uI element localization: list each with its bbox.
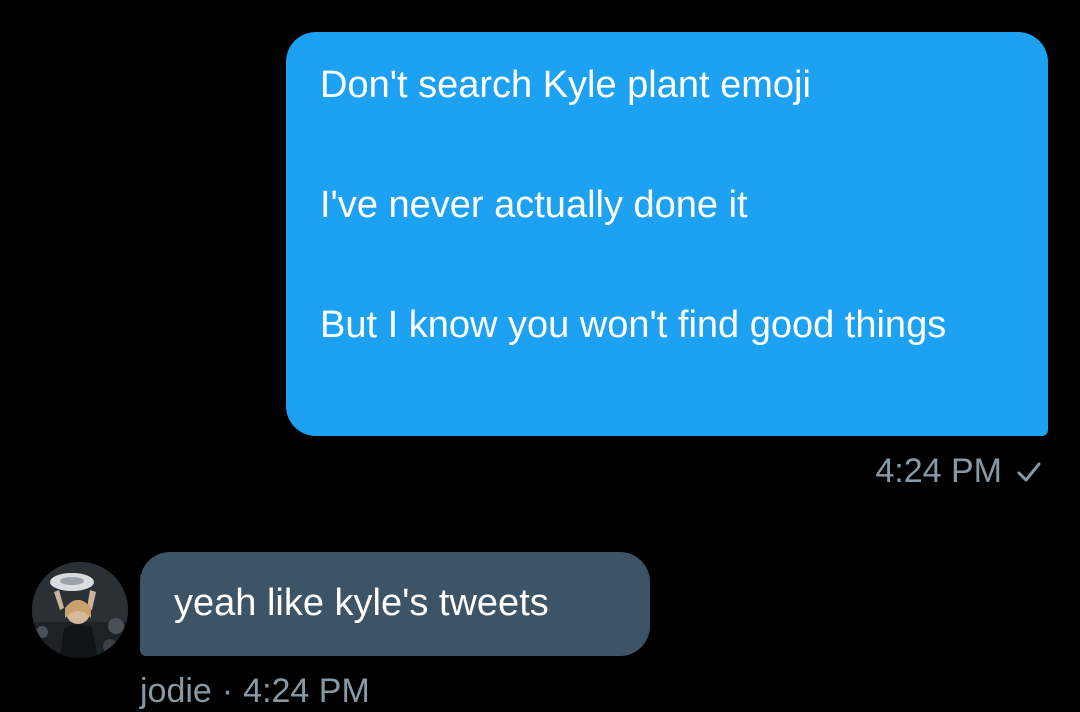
received-message-meta: jodie · 4:24 PM bbox=[140, 672, 370, 711]
sender-name: jodie bbox=[140, 672, 212, 710]
sent-message-time: 4:24 PM bbox=[875, 452, 1002, 490]
sent-message-bubble[interactable]: Don't search Kyle plant emoji I've never… bbox=[286, 32, 1048, 436]
avatar[interactable] bbox=[32, 562, 128, 658]
received-message-bubble[interactable]: yeah like kyle's tweets bbox=[140, 552, 650, 656]
avatar-photo-icon bbox=[32, 562, 128, 658]
sent-message-meta: 4:24 PM bbox=[875, 452, 1044, 491]
received-message-text: yeah like kyle's tweets bbox=[174, 582, 549, 624]
meta-separator: · bbox=[221, 672, 234, 710]
sent-message-line-2: I've never actually done it bbox=[320, 184, 748, 226]
received-message-time: 4:24 PM bbox=[243, 672, 370, 710]
sent-message-line-1: Don't search Kyle plant emoji bbox=[320, 64, 811, 106]
sent-message-line-3: But I know you won't find good things bbox=[320, 304, 947, 346]
checkmark-icon bbox=[1017, 462, 1041, 481]
